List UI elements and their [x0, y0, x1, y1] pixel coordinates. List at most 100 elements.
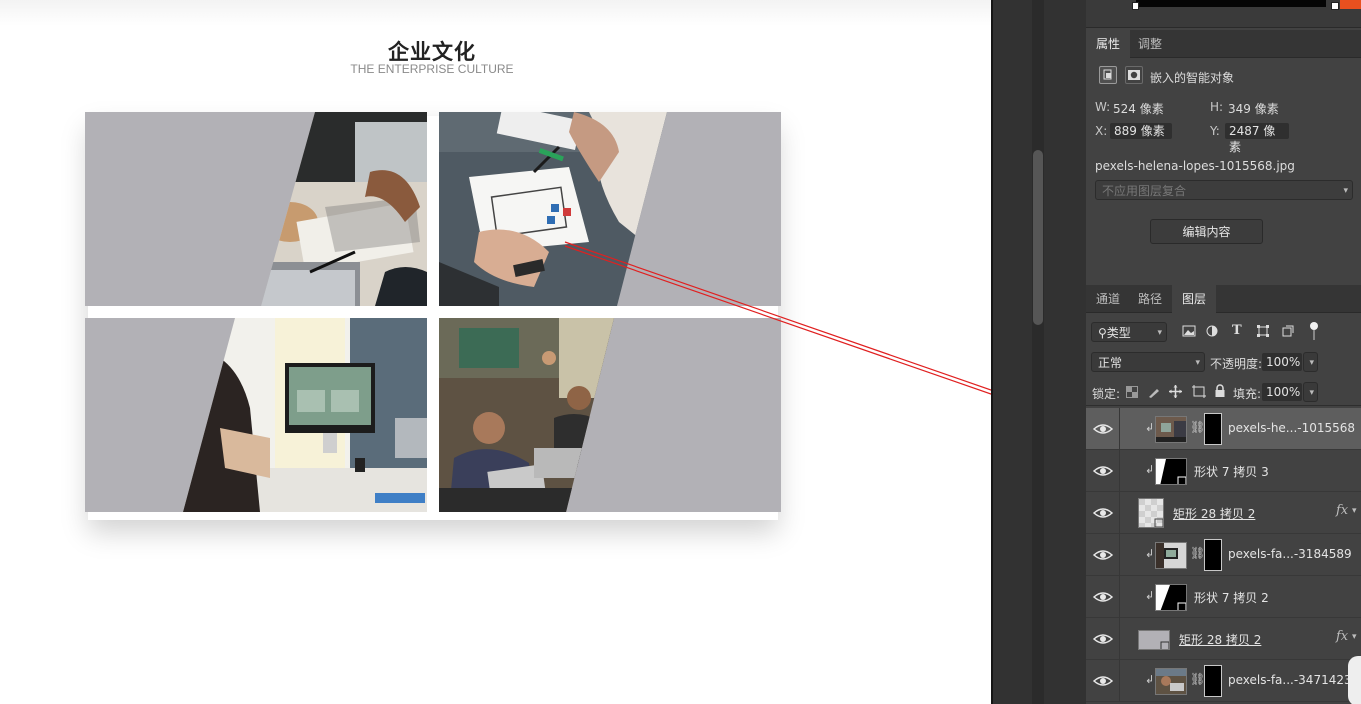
layer-name[interactable]: pexels-fa...-3471423 [1228, 673, 1352, 687]
layer-name[interactable]: pexels-fa...-3184589 [1228, 547, 1352, 561]
x-position-field[interactable]: 889 像素 [1110, 123, 1172, 139]
y-position-field[interactable]: 2487 像素 [1225, 123, 1289, 154]
scrollbar-track[interactable] [1032, 0, 1044, 704]
canvas-top-shade [0, 0, 991, 26]
layer-name[interactable]: 矩形 28 拷贝 2 [1179, 631, 1261, 648]
scrollbar-thumb[interactable] [1033, 150, 1043, 325]
gradient-stop-left[interactable] [1132, 2, 1139, 10]
layers-list-divider [1086, 405, 1361, 406]
floating-edge-handle[interactable] [1348, 656, 1361, 704]
tab-adjustments[interactable]: 调整 [1128, 30, 1172, 58]
tab-properties[interactable]: 属性 [1086, 30, 1131, 58]
gradient-bar[interactable] [1136, 0, 1326, 7]
chevron-down-icon[interactable]: ▾ [1352, 632, 1357, 642]
photo-cell-cafe[interactable] [439, 318, 781, 512]
filter-shape-icon[interactable] [1257, 325, 1269, 337]
row-divider [1119, 534, 1120, 576]
visibility-eye-icon[interactable] [1093, 673, 1113, 689]
layer-mask-thumbnail[interactable] [1204, 539, 1222, 571]
document-canvas[interactable]: 企业文化 THE ENTERPRISE CULTURE [0, 0, 991, 704]
height-value: 349 像素 [1228, 102, 1279, 116]
layer-effects-icon[interactable]: fx [1336, 503, 1348, 518]
tab-channels[interactable]: 通道 [1086, 285, 1130, 313]
layer-name[interactable]: 矩形 28 拷贝 2 [1173, 505, 1255, 522]
edit-contents-button[interactable]: 编辑内容 [1150, 219, 1263, 244]
layer-effects-icon[interactable]: fx [1336, 629, 1348, 644]
lock-pixels-icon[interactable] [1148, 386, 1160, 398]
layer-name[interactable]: 形状 7 拷贝 3 [1194, 463, 1269, 480]
right-panel: 属性 调整 嵌入的智能对象 W: 524 像素 H: 349 像素 X: 889… [1086, 0, 1361, 704]
link-chain-icon[interactable]: ⛓ [1190, 546, 1205, 560]
visibility-eye-icon[interactable] [1093, 421, 1113, 437]
filter-toggle-icon[interactable] [1310, 322, 1318, 330]
photo-cell-desk[interactable] [85, 112, 427, 306]
clipping-mask-icon: ↲ [1145, 421, 1155, 434]
layers-tabbar: 通道 路径 图层 [1086, 285, 1361, 313]
layer-mask-thumbnail[interactable] [1204, 413, 1222, 445]
layer-name[interactable]: pexels-he...-1015568 [1228, 421, 1355, 435]
filter-toggle-track [1313, 330, 1315, 340]
row-divider [1119, 450, 1120, 492]
visibility-eye-icon[interactable] [1093, 631, 1113, 647]
layer-row[interactable]: ↲ 形状 7 拷贝 3 [1086, 450, 1361, 492]
chevron-down-icon[interactable]: ▾ [1352, 506, 1357, 516]
smart-object-icon [1099, 66, 1117, 84]
layer-thumbnail [1155, 458, 1187, 485]
opacity-dropdown[interactable]: ▾ [1303, 352, 1318, 372]
lock-artboard-icon[interactable] [1192, 385, 1206, 398]
dock-strip [991, 0, 1086, 704]
row-divider [1119, 408, 1120, 450]
layer-comp-select[interactable]: 不应用图层复合 ▾ [1095, 180, 1353, 200]
visibility-eye-icon[interactable] [1093, 547, 1113, 563]
photo-cell-office[interactable] [85, 318, 427, 512]
row-divider [1119, 492, 1120, 534]
layer-filter-select[interactable]: ⚲类型 ▾ [1091, 322, 1167, 342]
lock-transparency-icon[interactable] [1126, 386, 1138, 398]
linked-filename: pexels-helena-lopes-1015568.jpg [1095, 159, 1295, 173]
clipping-mask-icon: ↲ [1145, 463, 1155, 476]
mask-icon[interactable] [1125, 66, 1143, 84]
layer-comp-placeholder: 不应用图层复合 [1102, 184, 1187, 198]
filter-smart-object-icon[interactable] [1282, 325, 1294, 337]
layer-name[interactable]: 形状 7 拷贝 2 [1194, 589, 1269, 606]
filter-pixel-icon[interactable] [1182, 325, 1196, 337]
layer-thumbnail [1155, 584, 1187, 611]
visibility-eye-icon[interactable] [1093, 589, 1113, 605]
layer-row[interactable]: 矩形 28 拷贝 2 fx ▾ [1086, 492, 1361, 534]
tab-paths[interactable]: 路径 [1128, 285, 1172, 313]
opacity-field[interactable]: 100% [1262, 353, 1302, 371]
tab-layers[interactable]: 图层 [1172, 285, 1217, 313]
layer-thumbnail [1155, 416, 1187, 443]
x-label: X: [1095, 124, 1108, 138]
filter-type-icon[interactable]: T [1232, 323, 1242, 338]
fill-field[interactable]: 100% [1262, 383, 1302, 401]
width-label: W: [1095, 100, 1111, 114]
sketching-photo [439, 112, 667, 306]
gradient-editor-strip [1086, 0, 1361, 28]
lock-position-icon[interactable] [1169, 385, 1182, 398]
layer-row[interactable]: 矩形 28 拷贝 2 fx ▾ [1086, 618, 1361, 660]
visibility-eye-icon[interactable] [1093, 505, 1113, 521]
blend-mode-select[interactable]: 正常 ▾ [1091, 352, 1205, 372]
chevron-down-icon: ▾ [1309, 358, 1314, 368]
layer-row[interactable]: ↲ 形状 7 拷贝 2 [1086, 576, 1361, 618]
visibility-eye-icon[interactable] [1093, 463, 1113, 479]
layer-row[interactable]: ↲ ⛓ pexels-fa...-3471423 [1086, 660, 1361, 702]
photo-cell-sketching[interactable] [439, 112, 781, 306]
row-divider [1119, 660, 1120, 702]
fill-dropdown[interactable]: ▾ [1303, 382, 1318, 402]
gradient-color-swatch[interactable] [1340, 0, 1361, 9]
chevron-down-icon: ▾ [1157, 328, 1162, 338]
gradient-stop-right[interactable] [1331, 2, 1339, 10]
fill-label: 填充: [1233, 387, 1262, 401]
link-chain-icon[interactable]: ⛓ [1190, 672, 1205, 686]
layer-row[interactable]: ↲ ⛓ pexels-fa...-3184589 [1086, 534, 1361, 576]
layer-thumbnail [1155, 668, 1187, 695]
layer-row[interactable]: ↲ ⛓ pexels-he...-1015568 [1086, 408, 1361, 450]
layer-mask-thumbnail[interactable] [1204, 665, 1222, 697]
link-chain-icon[interactable]: ⛓ [1190, 420, 1205, 434]
layer-thumbnail [1155, 542, 1187, 569]
width-value: 524 像素 [1113, 102, 1164, 116]
filter-adjustment-icon[interactable] [1206, 325, 1218, 337]
lock-all-icon[interactable] [1214, 384, 1226, 398]
